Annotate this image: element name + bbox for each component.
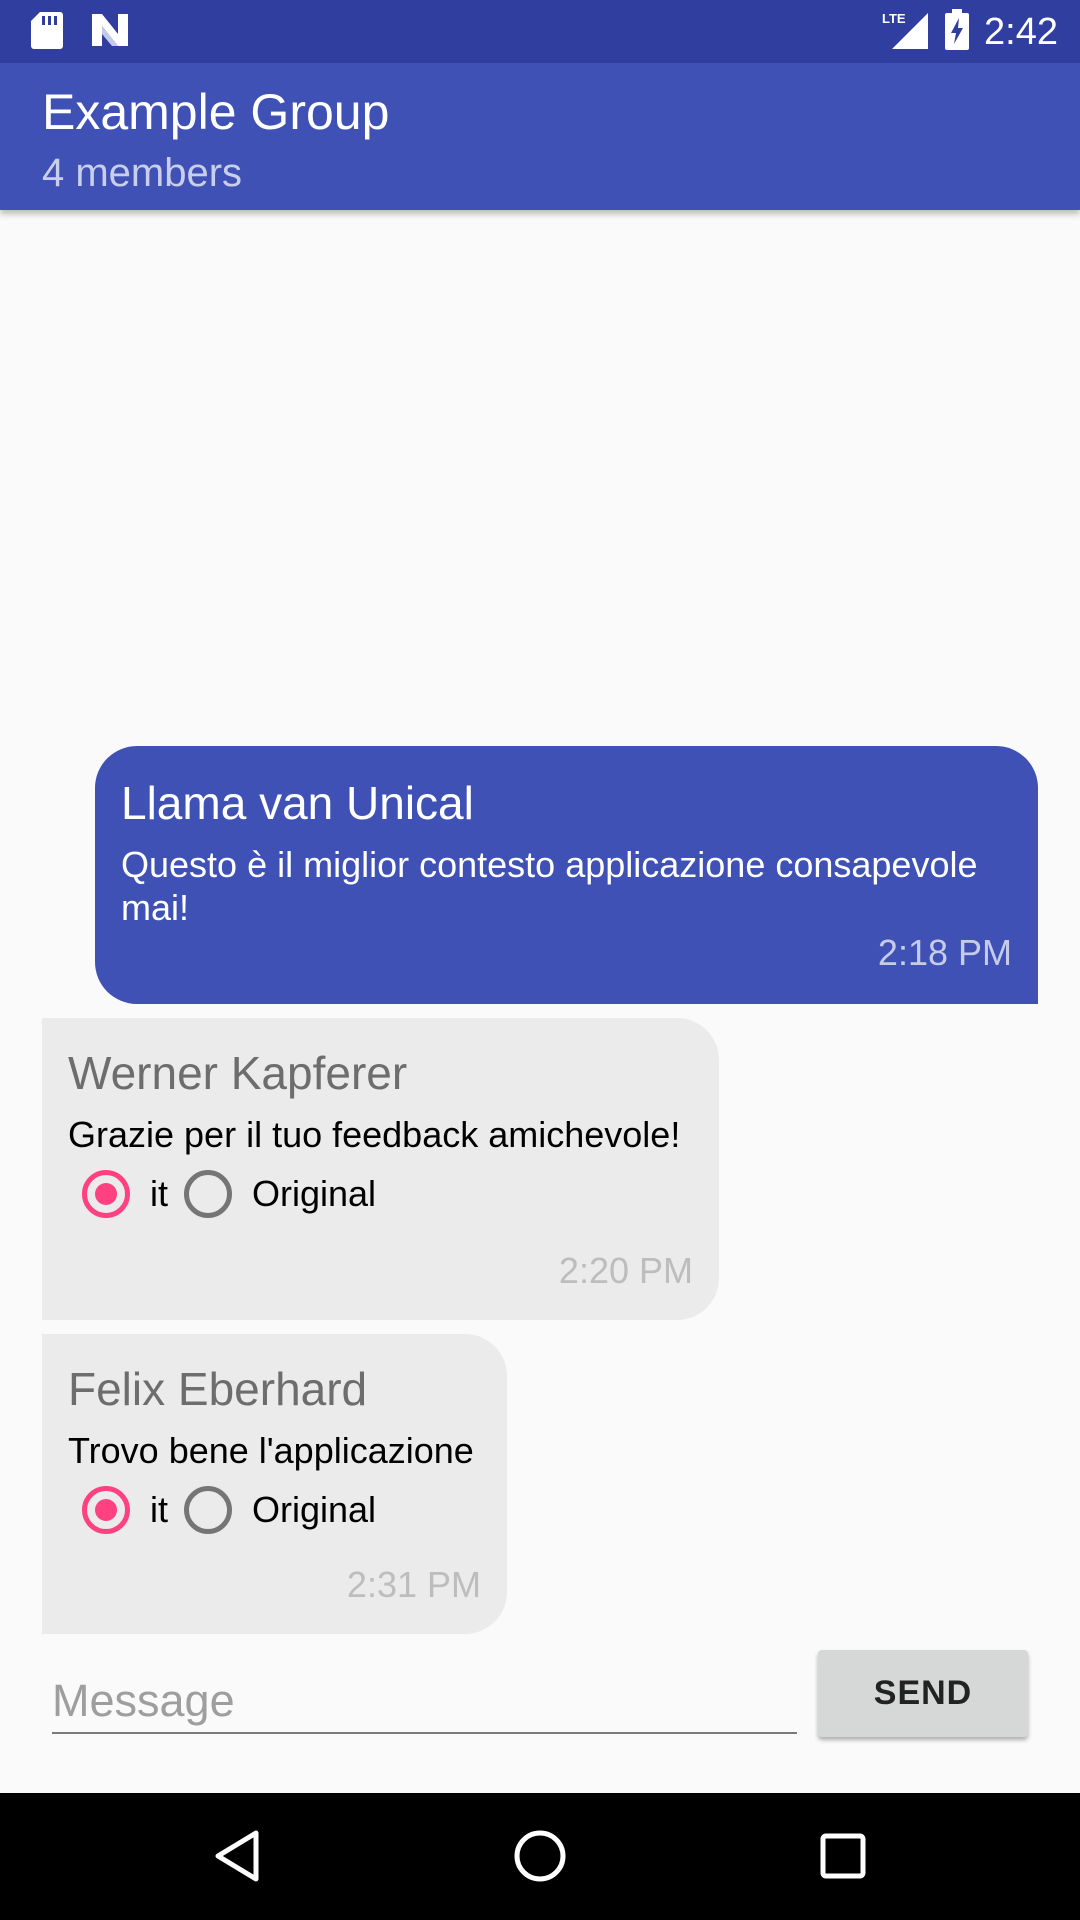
- app-bar: Example Group 4 members: [0, 63, 1080, 210]
- system-nav-bar: [0, 1793, 1080, 1920]
- message-input[interactable]: [52, 1670, 797, 1734]
- message-composer: SEND: [0, 1640, 1080, 1793]
- incoming-message-bubble[interactable]: Felix Eberhard Trovo bene l'applicazione…: [42, 1334, 507, 1634]
- message-text: Trovo bene l'applicazione: [68, 1430, 474, 1471]
- network-label: LTE: [882, 11, 906, 26]
- radio-it[interactable]: [82, 1486, 130, 1534]
- radio-label-it[interactable]: it: [150, 1173, 168, 1215]
- message-time: 2:20 PM: [558, 1250, 693, 1291]
- translation-toggle: it Original: [82, 1166, 392, 1222]
- message-text: Questo è il miglior contesto applicazion…: [121, 844, 978, 928]
- message-list[interactable]: Llama van Unical Questo è il miglior con…: [0, 210, 1080, 1640]
- message-text: Grazie per il tuo feedback amichevole!: [68, 1114, 681, 1155]
- radio-original[interactable]: [184, 1486, 232, 1534]
- message-sender: Werner Kapferer: [68, 1047, 408, 1099]
- radio-label-original[interactable]: Original: [252, 1489, 376, 1531]
- message-sender: Llama van Unical: [121, 777, 474, 829]
- radio-original[interactable]: [184, 1170, 232, 1218]
- send-button[interactable]: SEND: [818, 1650, 1028, 1737]
- home-icon[interactable]: [505, 1821, 575, 1891]
- message-sender: Felix Eberhard: [68, 1363, 368, 1415]
- member-count: 4 members: [42, 151, 243, 195]
- status-right-icons: LTE 2:42: [882, 8, 1058, 56]
- message-time: 2:31 PM: [346, 1564, 481, 1605]
- radio-label-it[interactable]: it: [150, 1489, 168, 1531]
- message-time: 2:18 PM: [877, 932, 1012, 973]
- sd-card-icon: [30, 10, 64, 55]
- status-bar: LTE 2:42: [0, 0, 1080, 63]
- radio-it[interactable]: [82, 1170, 130, 1218]
- radio-label-original[interactable]: Original: [252, 1173, 376, 1215]
- back-icon[interactable]: [202, 1821, 272, 1891]
- translation-toggle: it Original: [82, 1482, 392, 1538]
- battery-icon: [944, 8, 970, 56]
- status-left-icons: [30, 10, 130, 55]
- status-time: 2:42: [984, 10, 1058, 53]
- incoming-message-bubble[interactable]: Werner Kapferer Grazie per il tuo feedba…: [42, 1018, 719, 1320]
- n-logo-icon: [90, 12, 130, 53]
- lte-signal-icon: LTE: [882, 9, 930, 56]
- outgoing-message-bubble[interactable]: Llama van Unical Questo è il miglior con…: [95, 746, 1038, 1004]
- recents-icon[interactable]: [808, 1821, 878, 1891]
- group-title: Example Group: [42, 84, 390, 140]
